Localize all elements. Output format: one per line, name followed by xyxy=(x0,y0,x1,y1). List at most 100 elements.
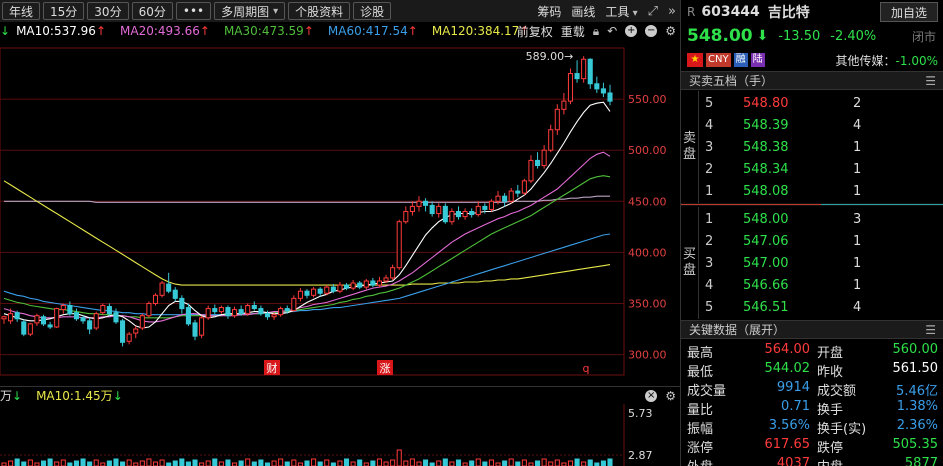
zoom-out-icon[interactable]: − xyxy=(645,25,658,37)
stock-connect-tag[interactable]: 陆 xyxy=(750,53,765,67)
period-60min-button[interactable]: 60分 xyxy=(131,2,173,20)
volume-bar xyxy=(304,460,310,466)
volume-settings-gear-icon[interactable]: ⚙ xyxy=(665,389,676,403)
volume-chart[interactable]: 5.73 2.87 xyxy=(0,404,680,466)
candle xyxy=(297,290,303,299)
volume-bar xyxy=(436,460,442,466)
candle xyxy=(126,333,132,342)
keydata-value: 1.38% xyxy=(896,399,938,414)
ma-collapse-arrow-icon[interactable]: ↓ xyxy=(0,24,10,38)
event-marker[interactable]: 涨 xyxy=(380,362,391,375)
close-icon[interactable]: × xyxy=(645,390,658,402)
volume-bar xyxy=(192,459,198,466)
volume-bar xyxy=(47,458,53,466)
ma20-label: MA20:493.66↑ xyxy=(120,24,210,38)
candle xyxy=(258,308,264,315)
buy-level-row[interactable]: 2 547.06 1 xyxy=(705,230,940,252)
volume-bar xyxy=(567,460,574,466)
level-qty: 4 xyxy=(853,117,862,133)
volume-bar xyxy=(390,459,396,466)
period-30min-button[interactable]: 30分 xyxy=(87,2,129,20)
buy-level-row[interactable]: 5 546.51 4 xyxy=(705,296,940,318)
sell-level-row[interactable]: 5 548.80 2 xyxy=(705,92,940,114)
buy-level-row[interactable]: 3 547.00 1 xyxy=(705,252,940,274)
keydata-value: 2.36% xyxy=(896,418,938,433)
level-qty: 1 xyxy=(853,183,862,199)
sell-level-row[interactable]: 3 548.38 1 xyxy=(705,136,940,158)
settings-gear-icon[interactable]: ⚙ xyxy=(665,24,676,38)
keydata-value: 560.00 xyxy=(892,342,939,357)
candle xyxy=(548,129,554,151)
keydata-label: 振幅 xyxy=(687,422,714,437)
sector-change[interactable]: 其他传媒：-1.00% xyxy=(836,52,938,69)
candle xyxy=(166,283,172,292)
draw-line-button[interactable]: 画线 xyxy=(571,3,595,20)
volume-bar xyxy=(106,460,112,466)
volume-bar xyxy=(172,460,178,466)
price-change-pct: -2.40% xyxy=(830,28,877,44)
keydata-label: 成交额 xyxy=(817,384,857,399)
keydata-row: 最高 564.00 开盘 560.00 xyxy=(681,341,943,361)
candle xyxy=(515,190,521,194)
sell-level-row[interactable]: 4 548.39 4 xyxy=(705,114,940,136)
period-15min-button[interactable]: 15分 xyxy=(43,2,85,20)
candle xyxy=(34,315,40,324)
keydata-value: 9914 xyxy=(776,380,810,395)
tools-dropdown[interactable]: 工具 ▾ xyxy=(605,3,637,20)
chip-button[interactable]: 筹码 xyxy=(537,3,561,20)
orderbook-header[interactable]: 买卖五档（手） ☰ xyxy=(681,71,943,90)
keydata-menu-icon[interactable]: ☰ xyxy=(925,323,936,337)
undo-icon[interactable]: ↶ xyxy=(607,24,617,38)
add-watchlist-button[interactable]: 加自选 xyxy=(879,2,938,22)
lock-icon[interactable]: 🔒︎ xyxy=(593,24,599,39)
candle xyxy=(396,221,402,269)
sell-level-row[interactable]: 1 548.08 1 xyxy=(705,180,940,202)
volume-bar xyxy=(574,458,580,466)
buy-level-row[interactable]: 1 548.00 3 xyxy=(705,208,940,230)
keydata-label: 最低 xyxy=(687,365,714,380)
volume-bar xyxy=(455,459,462,466)
keydata-value: 4037 xyxy=(776,456,810,466)
reload-button[interactable]: 重载 xyxy=(561,23,585,40)
menu-icon[interactable]: ☰ xyxy=(925,74,936,88)
level-qty: 3 xyxy=(853,211,862,227)
keydata-header[interactable]: 关键数据（展开） ☰ xyxy=(681,320,943,339)
candle xyxy=(278,308,284,316)
level-qty: 4 xyxy=(853,299,862,315)
candle xyxy=(54,308,60,328)
level-number: 2 xyxy=(705,233,714,249)
kline-chart[interactable]: 300.00 350.00 400.00 450.00 500.00 550.00 589.… xyxy=(0,40,680,380)
candle xyxy=(416,200,422,207)
chevron-right-icon[interactable]: » xyxy=(668,4,676,19)
event-marker[interactable]: 财 xyxy=(267,361,278,375)
volume-bar xyxy=(212,458,218,466)
candle xyxy=(403,211,409,223)
level-price: 548.08 xyxy=(743,183,789,199)
event-marker[interactable]: q xyxy=(583,362,590,375)
period-year-button[interactable]: 年线 xyxy=(2,2,41,20)
ma-legend: ↓ MA10:537.96↑ MA20:493.66↑ MA30:473.59↑… xyxy=(0,22,680,40)
expand-icon[interactable]: ⤢ xyxy=(648,4,658,19)
candle xyxy=(1,316,7,320)
stock-profile-button[interactable]: 个股资料 xyxy=(288,2,351,20)
more-periods-button[interactable]: ••• xyxy=(175,2,212,20)
cny-tag[interactable]: CNY xyxy=(706,53,731,67)
forward-adjust-button[interactable]: 前复权 xyxy=(517,23,553,40)
multi-period-dropdown[interactable]: 多周期图 xyxy=(214,2,286,20)
volume-bar xyxy=(581,461,587,466)
margin-tag[interactable]: 融 xyxy=(733,53,748,67)
volume-bar xyxy=(205,460,211,466)
candle xyxy=(284,308,290,312)
sell-level-row[interactable]: 2 548.34 1 xyxy=(705,158,940,180)
candle xyxy=(80,317,86,322)
volume-bar xyxy=(21,461,27,466)
level-price: 548.80 xyxy=(743,95,789,111)
candle xyxy=(212,308,218,313)
buy-level-row[interactable]: 4 546.66 1 xyxy=(705,274,940,296)
diagnose-button[interactable]: 诊股 xyxy=(353,2,392,20)
market-status: 闭市 xyxy=(911,29,936,44)
zoom-in-icon[interactable]: + xyxy=(625,25,638,37)
candle xyxy=(581,58,587,80)
y-tick-label: 350.00 xyxy=(628,297,667,310)
candle xyxy=(436,205,442,215)
